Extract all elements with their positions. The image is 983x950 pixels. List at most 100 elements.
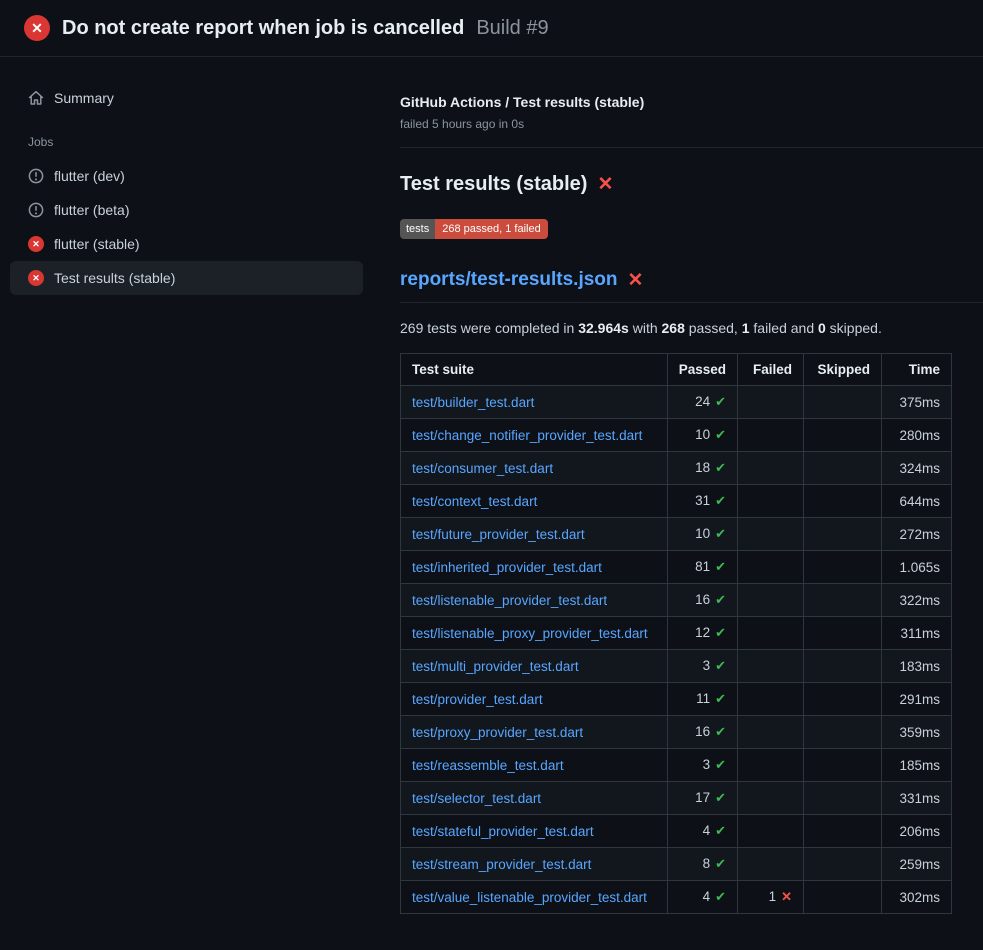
check-icon: ✔ [715, 823, 726, 838]
skipped-cell [804, 551, 882, 584]
test-suite-link[interactable]: test/multi_provider_test.dart [412, 659, 579, 674]
cross-icon: ✕ [781, 889, 792, 904]
skipped-cell [804, 386, 882, 419]
section-title: Test results (stable) [400, 173, 587, 196]
sidebar-item-summary[interactable]: Summary [10, 81, 363, 115]
suite-cell: test/provider_test.dart [401, 683, 668, 716]
test-suite-link[interactable]: test/change_notifier_provider_test.dart [412, 428, 642, 443]
test-suite-link[interactable]: test/builder_test.dart [412, 395, 534, 410]
sidebar: Summary Jobs flutter (dev)flutter (beta)… [0, 57, 375, 295]
passed-cell: 16✔ [667, 716, 737, 749]
col-header-skipped: Skipped [804, 354, 882, 386]
failed-cell [738, 848, 804, 881]
test-suite-link[interactable]: test/value_listenable_provider_test.dart [412, 890, 647, 905]
test-suite-link[interactable]: test/listenable_proxy_provider_test.dart [412, 626, 648, 641]
jobs-list: flutter (dev) flutter (beta) ✕flutter (sta… [10, 159, 363, 295]
section-title-row: Test results (stable) ✕ [400, 173, 952, 196]
table-row: test/listenable_proxy_provider_test.dart… [401, 617, 952, 650]
check-icon: ✔ [715, 724, 726, 739]
badge-label: tests [400, 219, 435, 239]
time-cell: 259ms [882, 848, 952, 881]
failed-cell [738, 419, 804, 452]
check-run-page: ✕ Do not create report when job is cance… [0, 0, 983, 914]
table-row: test/proxy_provider_test.dart16✔359ms [401, 716, 952, 749]
table-row: test/change_notifier_provider_test.dart1… [401, 419, 952, 452]
sidebar-job-item[interactable]: ✕Test results (stable) [10, 261, 363, 295]
sidebar-summary-label: Summary [54, 90, 114, 106]
suite-cell: test/proxy_provider_test.dart [401, 716, 668, 749]
time-cell: 331ms [882, 782, 952, 815]
sidebar-job-label: flutter (dev) [54, 168, 125, 184]
sidebar-job-label: Test results (stable) [54, 270, 175, 286]
time-cell: 644ms [882, 485, 952, 518]
failed-cell [738, 815, 804, 848]
report-heading-row: reports/test-results.json ✕ [400, 269, 983, 303]
test-suite-link[interactable]: test/stream_provider_test.dart [412, 857, 591, 872]
time-cell: 324ms [882, 452, 952, 485]
skipped-cell [804, 650, 882, 683]
table-row: test/builder_test.dart 24✔ 375ms [401, 386, 952, 419]
skipped-cell [804, 716, 882, 749]
time-cell: 311ms [882, 617, 952, 650]
failed-cell: 1✕ [738, 881, 804, 914]
test-suite-link[interactable]: test/listenable_provider_test.dart [412, 593, 607, 608]
passed-cell: 31✔ [667, 485, 737, 518]
summary-part: with [629, 320, 662, 336]
skipped-cell [804, 419, 882, 452]
passed-cell: 16✔ [667, 584, 737, 617]
sidebar-job-item[interactable]: flutter (dev) [10, 159, 363, 193]
time-cell: 291ms [882, 683, 952, 716]
failed-cell [738, 650, 804, 683]
test-suite-link[interactable]: test/context_test.dart [412, 494, 537, 509]
suite-cell: test/stream_provider_test.dart [401, 848, 668, 881]
table-header-row: Test suite Passed Failed Skipped Time [401, 354, 952, 386]
suite-cell: test/builder_test.dart [401, 386, 668, 419]
test-suite-link[interactable]: test/stateful_provider_test.dart [412, 824, 594, 839]
skipped-cell [804, 584, 882, 617]
check-icon: ✔ [715, 460, 726, 475]
suite-cell: test/reassemble_test.dart [401, 749, 668, 782]
test-suite-link[interactable]: test/selector_test.dart [412, 791, 541, 806]
sidebar-job-label: flutter (beta) [54, 202, 129, 218]
sidebar-job-label: flutter (stable) [54, 236, 140, 252]
passed-cell: 3✔ [667, 650, 737, 683]
failed-cell [738, 518, 804, 551]
test-suite-link[interactable]: test/consumer_test.dart [412, 461, 553, 476]
skipped-cell [804, 518, 882, 551]
passed-cell: 3✔ [667, 749, 737, 782]
skipped-cell [804, 683, 882, 716]
sidebar-job-item[interactable]: flutter (beta) [10, 193, 363, 227]
check-icon: ✔ [715, 493, 726, 508]
failed-cell [738, 452, 804, 485]
summary-part: 1 [742, 320, 750, 336]
test-suite-link[interactable]: test/provider_test.dart [412, 692, 543, 707]
summary-part: 32.964s [578, 320, 629, 336]
skipped-cell [804, 749, 882, 782]
skipped-cell [804, 782, 882, 815]
suite-cell: test/multi_provider_test.dart [401, 650, 668, 683]
col-header-time: Time [882, 354, 952, 386]
table-row: test/multi_provider_test.dart 3✔ 183ms [401, 650, 952, 683]
sidebar-job-item[interactable]: ✕flutter (stable) [10, 227, 363, 261]
test-suite-link[interactable]: test/inherited_provider_test.dart [412, 560, 602, 575]
test-suite-link[interactable]: test/proxy_provider_test.dart [412, 725, 583, 740]
time-cell: 375ms [882, 386, 952, 419]
page-title: Do not create report when job is cancell… [62, 17, 464, 40]
skipped-cell [804, 485, 882, 518]
passed-cell: 11✔ [667, 683, 737, 716]
failed-cell [738, 386, 804, 419]
test-suite-link[interactable]: test/future_provider_test.dart [412, 527, 585, 542]
table-row: test/stream_provider_test.dart8✔259ms [401, 848, 952, 881]
table-row: test/stateful_provider_test.dart 4✔ 206ms [401, 815, 952, 848]
passed-cell: 4✔ [667, 815, 737, 848]
check-icon: ✔ [715, 394, 726, 409]
passed-cell: 24✔ [667, 386, 737, 419]
report-file-link[interactable]: reports/test-results.json [400, 269, 618, 291]
tests-badge: tests 268 passed, 1 failed [400, 219, 548, 239]
time-cell: 183ms [882, 650, 952, 683]
test-suite-link[interactable]: test/reassemble_test.dart [412, 758, 564, 773]
check-icon: ✔ [715, 691, 726, 706]
time-cell: 206ms [882, 815, 952, 848]
table-row: test/reassemble_test.dart3✔185ms [401, 749, 952, 782]
skipped-cell [804, 881, 882, 914]
